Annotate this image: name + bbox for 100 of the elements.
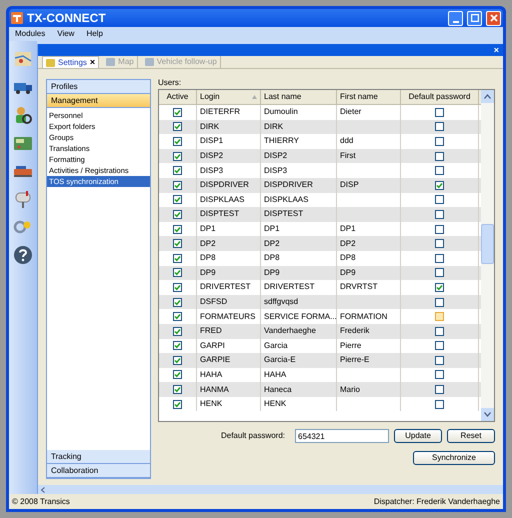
synchronize-button[interactable]: Synchronize [413, 451, 495, 465]
map-icon[interactable] [13, 49, 33, 69]
table-cell: DIRK [264, 120, 284, 133]
app-logo-icon [11, 12, 23, 24]
checkbox[interactable] [173, 312, 182, 322]
checkbox[interactable] [435, 254, 444, 263]
section-header[interactable]: Management [47, 94, 150, 108]
close-tab-button[interactable]: × [90, 58, 96, 67]
table-cell: DISP2 [200, 150, 224, 162]
table-cell: DIETERFR [200, 106, 240, 118]
checkbox[interactable] [435, 239, 444, 248]
default-password-field[interactable]: 654321 [295, 429, 389, 443]
checkbox[interactable] [173, 210, 182, 219]
checkbox[interactable] [435, 356, 444, 365]
table-cell: Pierre [340, 340, 362, 352]
tab[interactable]: Settings × [42, 56, 100, 68]
checkbox[interactable] [435, 136, 444, 146]
help-icon[interactable] [13, 245, 33, 265]
copyright-text: © 2008 Transics [12, 496, 70, 508]
checkbox[interactable] [173, 370, 182, 380]
table-cell: DISPTEST [200, 208, 240, 220]
maximize-icon [470, 14, 478, 22]
checkbox[interactable] [173, 180, 182, 190]
scroll-up-button[interactable] [481, 90, 494, 103]
checkbox[interactable] [173, 224, 182, 234]
minimize-button[interactable] [448, 10, 463, 26]
checkbox[interactable] [435, 195, 444, 204]
table-cell: DISPDRIVER [200, 179, 249, 192]
checkbox[interactable] [435, 312, 444, 322]
checkbox[interactable] [435, 180, 444, 190]
maximize-button[interactable] [467, 10, 482, 26]
scroll-down-button[interactable] [481, 408, 494, 421]
table-cell: SERVICE FORMA... [264, 310, 337, 323]
checkbox[interactable] [173, 108, 182, 117]
checkbox[interactable] [435, 326, 444, 336]
menu-item[interactable]: Modules [15, 28, 46, 40]
vertical-scrollbar[interactable] [481, 90, 494, 421]
table-cell: DP1 [340, 223, 356, 236]
tab-icon [144, 58, 154, 66]
checkbox[interactable] [435, 210, 444, 219]
table-cell: DISP1 [200, 135, 224, 148]
table-cell: DP1 [264, 223, 280, 236]
column-header[interactable]: First name [337, 90, 401, 104]
scroll-left-button[interactable] [38, 485, 47, 494]
checkbox[interactable] [173, 122, 182, 132]
mailbox-icon[interactable] [13, 189, 33, 209]
checkbox[interactable] [173, 385, 182, 394]
section-header[interactable]: Collaboration [47, 464, 150, 478]
checkbox[interactable] [435, 166, 444, 176]
table-cell: HAHA [264, 368, 286, 381]
section-header[interactable]: Profiles [47, 80, 150, 94]
column-header[interactable]: Last name [261, 90, 337, 104]
table-cell: DISPKLAAS [200, 194, 244, 206]
driver-icon[interactable] [13, 105, 33, 125]
checkbox[interactable] [173, 341, 182, 350]
checkbox[interactable] [435, 108, 444, 117]
checkbox[interactable] [173, 400, 182, 409]
checkbox[interactable] [173, 166, 182, 176]
menu-item[interactable]: Help [86, 28, 103, 40]
table-cell: GARPI [200, 340, 225, 352]
column-header[interactable]: Active [159, 90, 197, 104]
table-cell: FRED [200, 325, 222, 338]
close-button[interactable] [486, 10, 501, 26]
checkbox[interactable] [173, 152, 182, 161]
checkbox[interactable] [173, 356, 182, 365]
table-cell: Dieter [340, 106, 362, 118]
checkbox[interactable] [173, 268, 182, 278]
checkbox[interactable] [435, 400, 444, 409]
table-cell: Pierre-E [340, 354, 370, 366]
column-header[interactable]: Default password [401, 90, 479, 104]
checkbox[interactable] [173, 282, 182, 292]
minimize-icon [452, 20, 458, 22]
checkbox[interactable] [435, 298, 444, 307]
checkbox[interactable] [435, 282, 444, 292]
table-cell: First [340, 150, 356, 162]
checkbox[interactable] [435, 152, 444, 161]
close-panel-button[interactable]: × [494, 46, 499, 54]
table-cell: DISPKLAAS [264, 194, 308, 206]
checkbox[interactable] [435, 268, 444, 278]
section-header[interactable]: Tracking [47, 450, 150, 464]
checkbox[interactable] [435, 370, 444, 380]
dispatcher-status: Dispatcher: Frederik Vanderhaeghe [374, 496, 500, 508]
checkbox[interactable] [435, 341, 444, 350]
action-button[interactable]: Update [394, 429, 442, 443]
action-button[interactable]: Reset [447, 429, 495, 443]
checkbox[interactable] [173, 254, 182, 263]
checkbox[interactable] [435, 385, 444, 394]
checkbox[interactable] [173, 298, 182, 307]
checkbox[interactable] [435, 122, 444, 132]
checkbox[interactable] [173, 239, 182, 248]
checkbox[interactable] [173, 326, 182, 336]
checkbox[interactable] [173, 195, 182, 204]
menu-item[interactable]: View [57, 28, 74, 40]
column-header[interactable]: Login [197, 90, 261, 104]
checkbox[interactable] [435, 224, 444, 234]
tab-icon [46, 58, 55, 66]
scroll-thumb[interactable] [481, 224, 494, 264]
checkbox[interactable] [173, 136, 182, 146]
table-cell: DRVRTST [340, 281, 378, 294]
table-cell: DP8 [264, 252, 280, 264]
